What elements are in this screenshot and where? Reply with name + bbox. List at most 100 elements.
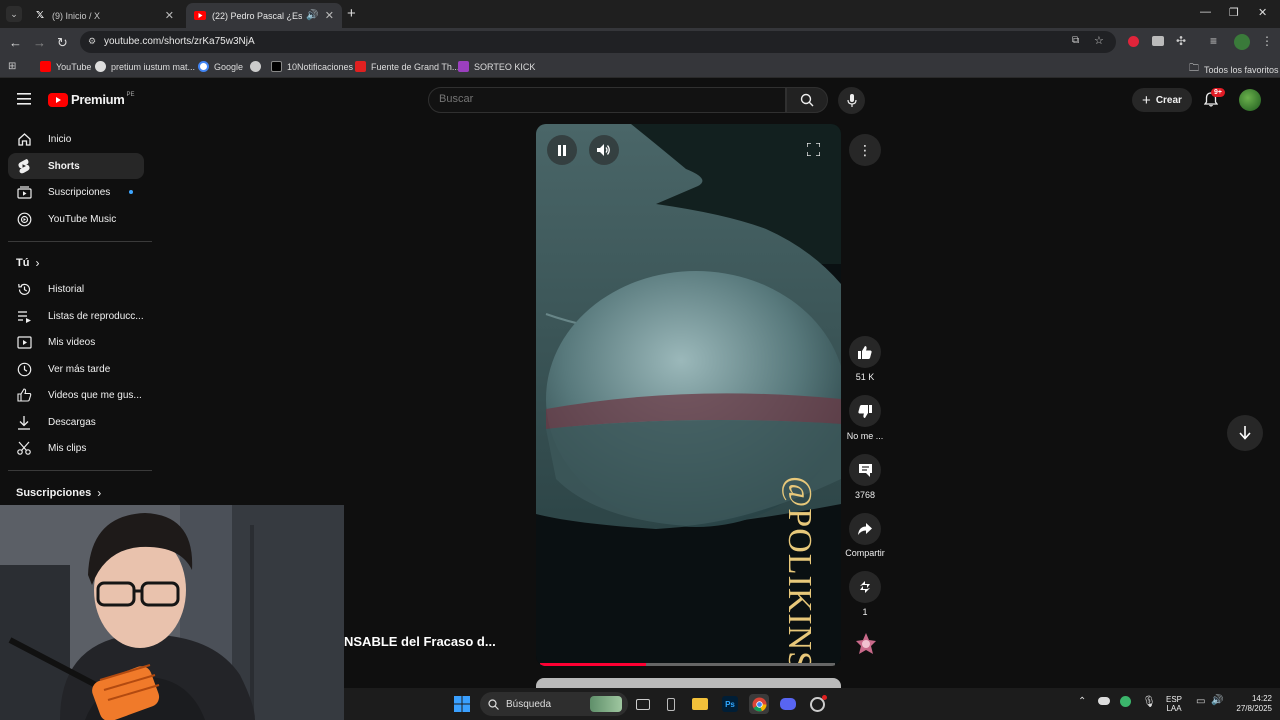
sidebar-subscriptions-heading[interactable]: Suscripciones › <box>16 486 101 500</box>
sidebar-you-heading[interactable]: Tú › <box>16 256 39 270</box>
sidebar-item-me-gusta[interactable]: Videos que me gus... <box>8 382 144 408</box>
sidebar-divider <box>8 470 152 471</box>
sidebar-item-youtube-music[interactable]: YouTube Music <box>8 206 144 232</box>
sidebar-item-inicio[interactable]: Inicio <box>8 126 144 152</box>
bookmark-google[interactable]: Google <box>198 61 243 72</box>
minimize-button[interactable]: — <box>1200 6 1211 18</box>
sidebar-item-suscripciones[interactable]: Suscripciones <box>8 179 144 205</box>
bookmark-sorteo-kick[interactable]: SORTEO KICK <box>458 61 535 72</box>
channel-watermark: @POLIKINS <box>781 476 818 666</box>
onedrive-icon[interactable] <box>1098 697 1110 705</box>
apps-grid-icon[interactable]: ⊞ <box>8 61 16 72</box>
more-options-button[interactable]: ⋮ <box>849 134 881 166</box>
keyboard-layout: LAA <box>1166 704 1182 713</box>
x-logo-icon <box>271 61 282 72</box>
all-bookmarks[interactable]: 🗀 Todos los favoritos <box>1189 61 1279 78</box>
extension-icon[interactable] <box>1152 36 1164 46</box>
speaker-icon[interactable]: 🔊 <box>1211 695 1223 706</box>
search-input[interactable] <box>439 93 769 105</box>
sidebar-item-mis-clips[interactable]: Mis clips <box>8 435 144 461</box>
forward-button[interactable]: → <box>33 35 46 50</box>
sidebar-item-listas[interactable]: Listas de reproducc... <box>8 303 144 329</box>
close-tab-icon[interactable]: ✕ <box>165 9 174 22</box>
folder-icon <box>692 698 708 710</box>
sound-avatar[interactable] <box>854 631 878 657</box>
like-button[interactable] <box>849 336 881 368</box>
tab-title: (9) Inicio / X <box>52 10 101 21</box>
search-icon <box>800 93 814 107</box>
short-video-player[interactable]: @POLIKINS <box>536 124 841 666</box>
reload-button[interactable]: ↻ <box>57 35 68 51</box>
taskbar-app-discord[interactable] <box>778 694 798 714</box>
app-tray-icon[interactable] <box>1120 696 1131 707</box>
taskbar-search-label: Búsqueda <box>506 698 552 710</box>
bookmark-star-icon[interactable]: ☆ <box>1094 34 1104 47</box>
next-short-button[interactable] <box>1227 415 1263 451</box>
pause-button[interactable] <box>547 135 577 165</box>
sidebar-item-mis-videos[interactable]: Mis videos <box>8 329 144 355</box>
address-bar[interactable]: ⚙ youtube.com/shorts/zrKa75w3NjA ⧉ ☆ <box>80 31 1116 53</box>
youtube-premium-logo[interactable]: Premium PE <box>48 92 135 107</box>
network-icon[interactable]: ▭ <box>1196 696 1205 707</box>
notification-badge: 9+ <box>1211 88 1225 97</box>
bookmark-youtube[interactable]: YouTube <box>40 61 91 72</box>
voice-search-button[interactable] <box>838 87 865 114</box>
youtube-icon <box>194 10 206 22</box>
tab-search-button[interactable]: ⌄ <box>6 6 22 22</box>
profile-avatar[interactable] <box>1234 34 1250 50</box>
bookmark-grand-theft[interactable]: Fuente de Grand Th... <box>355 61 459 72</box>
remix-button[interactable] <box>849 571 881 603</box>
more-vertical-icon: ⋮ <box>858 141 872 158</box>
taskbar-app-phone[interactable] <box>661 694 681 714</box>
show-hidden-icons[interactable]: ⌃ <box>1078 696 1086 707</box>
language-code: ESP <box>1166 695 1183 704</box>
bookmark-globe[interactable] <box>250 61 266 72</box>
clock[interactable]: 14:22 27/8/2025 <box>1228 694 1272 714</box>
clock-date: 27/8/2025 <box>1236 704 1272 713</box>
microphone-tray-icon[interactable]: 🎙 <box>1142 695 1156 708</box>
youtube-icon <box>40 61 51 72</box>
sidebar-item-ver-mas-tarde[interactable]: Ver más tarde <box>8 356 144 382</box>
new-tab-button[interactable]: + <box>347 5 356 22</box>
taskbar-app-photoshop[interactable]: Ps <box>720 694 740 714</box>
search-button[interactable] <box>786 87 828 113</box>
install-app-icon[interactable]: ⧉ <box>1072 35 1079 46</box>
bookmark-notificaciones[interactable]: 10Notificaciones <box>271 61 353 72</box>
volume-button[interactable] <box>589 135 619 165</box>
dislike-button[interactable] <box>849 395 881 427</box>
reading-list-icon[interactable]: ≡ <box>1210 34 1217 48</box>
taskbar-app-chrome[interactable] <box>749 694 769 714</box>
sidebar-item-shorts[interactable]: Shorts <box>8 153 144 179</box>
site-info-icon[interactable]: ⚙ <box>88 36 96 47</box>
extensions-puzzle-icon[interactable]: ✣ <box>1176 34 1186 48</box>
restore-button[interactable]: ❐ <box>1229 6 1239 19</box>
speaker-icon[interactable]: 🔊 <box>306 10 318 21</box>
tab-x[interactable]: 𝕏 (9) Inicio / X ✕ <box>26 3 182 28</box>
close-window-button[interactable]: ✕ <box>1258 6 1267 19</box>
sidebar-item-historial[interactable]: Historial <box>8 276 144 302</box>
hamburger-menu-icon[interactable] <box>17 92 31 110</box>
windows-start-button[interactable] <box>452 694 472 714</box>
fullscreen-button[interactable] <box>806 142 821 161</box>
sidebar-item-descargas[interactable]: Descargas <box>8 409 144 435</box>
progress-track[interactable] <box>540 663 835 666</box>
comments-button[interactable] <box>849 454 881 486</box>
close-tab-icon[interactable]: ✕ <box>325 9 334 22</box>
bookmark-pretium[interactable]: pretium iustum mat... <box>95 61 195 72</box>
share-button[interactable] <box>849 513 881 545</box>
menu-icon[interactable]: ⋮ <box>1261 34 1273 48</box>
account-avatar[interactable] <box>1239 89 1261 111</box>
music-icon <box>16 211 32 227</box>
taskbar-app-obs[interactable] <box>807 694 827 714</box>
language-indicator[interactable]: ESP LAA <box>1166 695 1182 713</box>
create-button[interactable]: + Crear <box>1132 88 1192 112</box>
task-view-button[interactable] <box>633 694 653 714</box>
plus-icon: + <box>1142 91 1151 109</box>
extension-record-icon[interactable] <box>1128 36 1139 47</box>
back-button[interactable]: ← <box>9 35 22 50</box>
notifications-button[interactable]: 9+ <box>1203 88 1225 112</box>
taskbar-search[interactable]: Búsqueda <box>480 692 628 716</box>
taskbar-app-explorer[interactable] <box>690 694 710 714</box>
youtube-logo-icon <box>48 92 68 107</box>
tab-youtube[interactable]: (22) Pedro Pascal ¿Es el RE 🔊 ✕ <box>186 3 342 28</box>
